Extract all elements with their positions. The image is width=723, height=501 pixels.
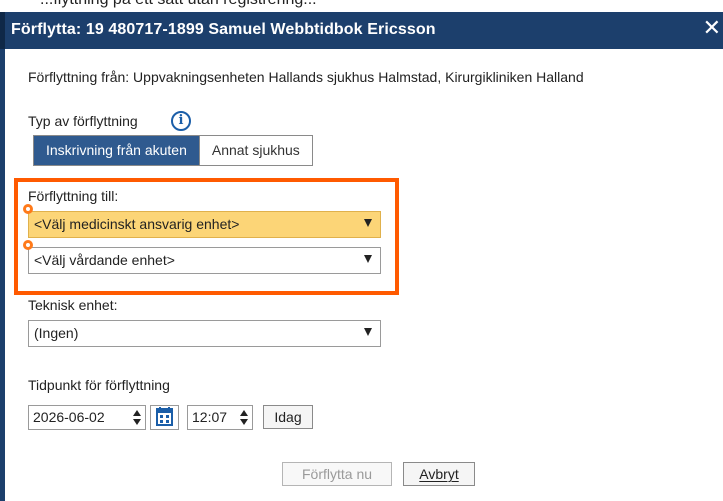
technical-unit-select[interactable]: (Ingen)	[28, 320, 381, 347]
time-label: Tidpunkt för förflyttning	[28, 377, 170, 393]
top-cut-strip: ...flyttning på ett sätt utan registreri…	[0, 0, 723, 12]
date-value: 2026-06-02	[33, 409, 105, 425]
date-field[interactable]: 2026-06-02	[28, 405, 146, 430]
cancel-label: Avbryt	[419, 466, 459, 482]
move-now-button[interactable]: Förflytta nu	[282, 462, 392, 486]
time-field[interactable]: 12:07	[187, 405, 253, 430]
medical-unit-select[interactable]: <Välj medicinskt ansvarig enhet>	[28, 211, 381, 238]
cancel-button[interactable]: Avbryt	[403, 462, 475, 486]
required-marker-dot	[23, 240, 33, 250]
dialog-body: Förflyttning från: Uppvakningsenheten Ha…	[0, 49, 723, 501]
care-unit-select[interactable]: <Välj vårdande enhet>	[28, 247, 381, 274]
segment-emergency-admission[interactable]: Inskrivning från akuten	[34, 136, 199, 165]
dialog-title: Förflytta: 19 480717-1899 Samuel Webbtid…	[11, 21, 436, 38]
chevron-down-icon	[364, 328, 372, 336]
transfer-type-toggle: Inskrivning från akuten Annat sjukhus	[33, 135, 313, 166]
calendar-icon[interactable]	[150, 405, 179, 430]
from-label: Förflyttning från: Uppvakningsenheten Ha…	[28, 69, 584, 85]
chevron-down-icon	[364, 255, 372, 263]
close-icon[interactable]: ✕	[703, 17, 721, 39]
care-unit-value: <Välj vårdande enhet>	[34, 252, 175, 268]
info-icon[interactable]: i	[171, 111, 191, 131]
required-marker-dot	[23, 204, 33, 214]
dialog-titlebar: Förflytta: 19 480717-1899 Samuel Webbtid…	[0, 12, 723, 49]
date-stepper[interactable]	[133, 410, 141, 426]
top-cut-text: ...flyttning på ett sätt utan registreri…	[40, 0, 317, 9]
technical-unit-value: (Ingen)	[34, 325, 79, 341]
time-value: 12:07	[192, 409, 228, 425]
destination-label: Förflyttning till:	[28, 188, 119, 204]
technical-unit-label: Teknisk enhet:	[28, 297, 118, 313]
time-stepper[interactable]	[240, 410, 248, 426]
segment-other-hospital[interactable]: Annat sjukhus	[198, 136, 312, 165]
medical-unit-value: <Välj medicinskt ansvarig enhet>	[34, 216, 240, 232]
today-button[interactable]: Idag	[263, 405, 313, 429]
chevron-down-icon	[364, 219, 372, 227]
type-label: Typ av förflyttning	[28, 113, 138, 129]
